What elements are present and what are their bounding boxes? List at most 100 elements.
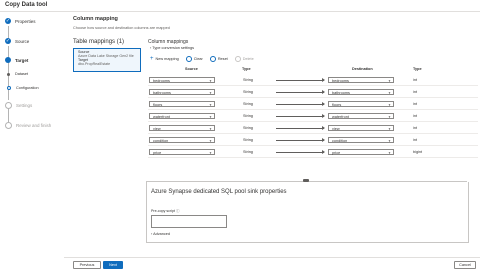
checkmark-icon: ✓ [5,18,11,24]
column-header-type: Type [242,67,251,71]
step-target[interactable]: Target [5,57,28,63]
page-title: Column mapping [73,16,118,22]
destination-column-select[interactable]: view ▼ [328,125,394,131]
mapping-arrow-icon [276,150,325,154]
source-column-select[interactable]: floors ▼ [149,101,215,107]
destination-type: int [413,114,418,118]
destination-type: int [413,78,418,82]
destination-column-select[interactable]: price ▼ [328,149,394,155]
table-row[interactable]: waterfront ▼ String waterfront ▼ int [148,112,478,122]
substep-dataset[interactable]: Dataset [7,72,28,76]
mapping-arrow-icon [276,126,325,130]
table-row[interactable]: bedrooms ▼ String bedrooms ▼ int [148,76,478,86]
next-button[interactable]: Next [103,261,123,269]
source-column-select[interactable]: waterfront ▼ [149,113,215,119]
chevron-down-icon: ▼ [388,151,391,155]
destination-type: int [413,102,418,106]
source-column-select[interactable]: condition ▼ [149,137,215,143]
source-column-select[interactable]: price ▼ [149,149,215,155]
reset-label: Reset [217,57,228,61]
step-connector [8,46,9,66]
chevron-down-icon: ▼ [209,151,212,155]
substep-configuration[interactable]: Configuration [7,86,39,90]
source-column-value: bathrooms [153,91,171,95]
reset-icon [209,56,216,62]
destination-column-value: bedrooms [332,79,349,83]
destination-column-select[interactable]: bathrooms ▼ [328,89,394,95]
table-mapping-card[interactable]: Source Azure Data Lake Storage Gen2 file… [73,48,141,72]
previous-label: Previous [79,263,95,267]
row-divider [148,97,478,98]
chevron-down-icon: ▼ [388,79,391,83]
substep-label: Configuration [16,86,39,90]
source-column-select[interactable]: bedrooms ▼ [149,77,215,83]
destination-column-select[interactable]: floors ▼ [328,101,394,107]
pre-copy-script-label: Pre-copy script ⓘ [151,209,180,213]
chevron-down-icon: ▼ [209,139,212,143]
mapping-arrow-icon [276,90,325,94]
table-row[interactable]: condition ▼ String condition ▼ int [148,136,478,146]
sink-properties-title: Azure Synapse dedicated SQL pool sink pr… [151,189,287,195]
type-conversion-toggle[interactable]: › Type conversion settings [150,46,194,50]
pre-copy-script-input[interactable] [151,215,227,228]
source-type: String [243,126,253,130]
table-row[interactable]: price ▼ String price ▼ bigint [148,148,478,158]
delete-label: Delete [242,57,254,61]
footer-bar: Previous Next Cancel [64,257,480,270]
cancel-button[interactable]: Cancel [454,261,476,269]
sink-properties-pane: Azure Synapse dedicated SQL pool sink pr… [146,182,469,243]
delete-button[interactable]: Delete [234,56,254,62]
destination-column-value: floors [332,103,342,107]
row-divider [148,133,478,134]
new-mapping-label: New mapping [155,57,179,61]
column-mappings-title: Column mappings [148,39,189,45]
chevron-down-icon: ▼ [209,91,212,95]
advanced-toggle[interactable]: › Advanced [151,232,170,236]
chevron-down-icon: ▼ [209,79,212,83]
row-divider [148,85,478,86]
destination-column-value: bathrooms [332,91,350,95]
step-label: Source [15,38,30,44]
source-column-value: floors [153,103,163,107]
row-divider [148,157,478,158]
source-column-select[interactable]: view ▼ [149,125,215,131]
new-mapping-button[interactable]: + New mapping [150,56,179,62]
clear-button[interactable]: Clear [185,56,203,62]
mapping-arrow-icon [276,78,325,82]
step-review[interactable]: Review and finish [5,122,51,129]
step-properties[interactable]: ✓ Properties [5,18,36,24]
reset-button[interactable]: Reset [209,56,228,62]
source-column-value: waterfront [153,115,170,119]
plus-icon: + [150,56,154,62]
table-row[interactable]: view ▼ String view ▼ int [148,124,478,134]
wizard-sidebar: ✓ Properties ✓ Source Target Dataset Con… [0,12,64,257]
step-settings[interactable]: Settings [5,102,32,109]
next-label: Next [109,263,117,267]
chevron-down-icon: ▼ [209,115,212,119]
source-type: String [243,90,253,94]
destination-type: bigint [413,150,423,154]
type-conversion-label: Type conversion settings [152,46,195,50]
previous-button[interactable]: Previous [73,261,101,269]
title-bar: Copy Data tool [0,0,480,12]
current-step-icon [5,57,11,63]
destination-column-select[interactable]: bedrooms ▼ [328,77,394,83]
pending-step-icon [5,102,12,109]
substep-label: Dataset [15,72,29,76]
cancel-label: Cancel [459,263,471,267]
destination-type: int [413,126,418,130]
step-source[interactable]: ✓ Source [5,38,29,44]
destination-column-select[interactable]: waterfront ▼ [328,113,394,119]
table-row[interactable]: bathrooms ▼ String bathrooms ▼ int [148,88,478,98]
chevron-down-icon: ▼ [388,115,391,119]
column-header-dest-type: Type [413,67,422,71]
column-header-destination: Destination [352,67,373,71]
step-label: Review and finish [16,123,52,128]
destination-column-select[interactable]: condition ▼ [328,137,394,143]
source-type: String [243,138,253,142]
source-type: String [243,78,253,82]
substep-dot-icon [7,72,10,76]
source-column-select[interactable]: bathrooms ▼ [149,89,215,95]
destination-type: int [413,138,418,142]
table-row[interactable]: floors ▼ String floors ▼ int [148,100,478,110]
